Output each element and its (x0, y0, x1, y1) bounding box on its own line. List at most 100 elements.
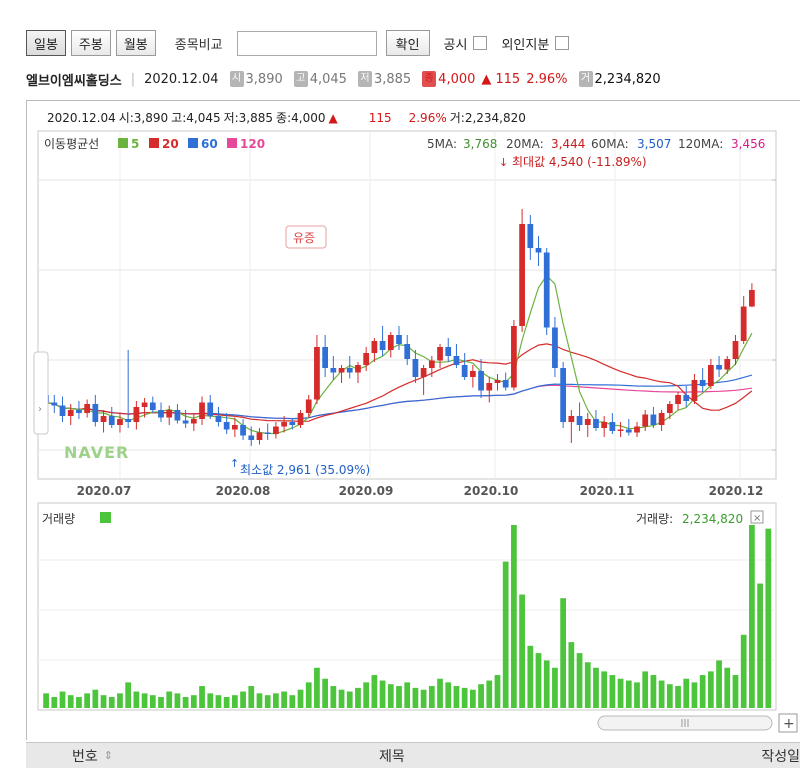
legend-label: 120 (240, 137, 265, 151)
volume-title: 거래량 (42, 512, 75, 526)
volume-bar (108, 697, 115, 708)
volume-bar (305, 682, 312, 708)
volume-bar (51, 697, 58, 708)
col-date: 작성일 (761, 748, 800, 765)
sort-icon[interactable]: ⇕ (104, 749, 113, 762)
legend-label: 20 (162, 137, 179, 151)
x-tick-label: 2020.07 (77, 484, 132, 498)
volume-bar (560, 598, 567, 708)
legend-swatch (118, 138, 128, 148)
volume-bar (740, 634, 747, 708)
post-table-header: 번호 ⇕ 제목 작성일 (26, 742, 800, 768)
volume-bar (642, 671, 649, 708)
volume-bar (519, 594, 525, 708)
candle (511, 320, 517, 391)
volume-bar (355, 687, 361, 708)
volume-panel (37, 502, 777, 711)
candle (543, 248, 550, 335)
ma-value-number: 3,768 (463, 137, 497, 151)
volume-bar (199, 686, 205, 708)
volume-bar (765, 528, 772, 708)
ma-value-label: 60MA: (591, 137, 629, 151)
volume-bar (445, 682, 452, 708)
volume-bar (281, 691, 287, 708)
max-annotation: 최대값 4,540 (-11.89%) (512, 155, 647, 169)
candle (519, 209, 525, 332)
volume-bar (43, 693, 49, 708)
volume-bar (625, 680, 632, 708)
volume-bar (691, 682, 698, 708)
side-collapse-handle[interactable] (33, 351, 49, 435)
volume-bar (428, 686, 435, 708)
col-title: 제목 (378, 748, 405, 765)
volume-bar (683, 678, 690, 708)
volume-bar (593, 667, 599, 708)
volume-bar (59, 691, 66, 708)
naver-watermark: NAVER (64, 443, 129, 462)
volume-bar (568, 642, 575, 708)
volume-bar (609, 675, 616, 708)
volume-bar (273, 693, 279, 708)
volume-bar (650, 675, 657, 708)
x-tick-label: 2020.08 (216, 484, 271, 498)
legend-swatch (188, 138, 198, 148)
volume-bar (617, 678, 624, 708)
volume-bar (543, 660, 550, 708)
side-chevron-icon: › (38, 404, 42, 415)
volume-bar (658, 680, 665, 708)
volume-bar (420, 689, 427, 708)
volume-bar (117, 693, 123, 708)
volume-bar (699, 675, 706, 708)
volume-bar (125, 682, 132, 708)
close-icon: × (753, 513, 761, 524)
volume-bar (92, 689, 99, 708)
volume-bar (461, 687, 468, 708)
ma-value-number: 3,456 (731, 137, 765, 151)
volume-bar (486, 680, 493, 708)
volume-value-label: 거래량: (636, 512, 673, 526)
volume-bar (387, 684, 394, 708)
volume-bar (174, 693, 181, 708)
volume-bar (215, 695, 222, 708)
x-tick-label: 2020.12 (709, 484, 764, 498)
volume-bar (330, 686, 337, 708)
volume-bar (527, 645, 534, 708)
volume-bar (634, 682, 640, 708)
volume-bar (453, 686, 460, 708)
volume-bar (601, 671, 608, 708)
legend-label: 5 (131, 137, 139, 151)
volume-value-number: 2,234,820 (682, 512, 743, 526)
volume-bar (576, 653, 583, 708)
min-arrow-icon: ↑ (230, 457, 239, 470)
legend-title: 이동평균선 (44, 137, 99, 151)
volume-bar (264, 695, 271, 708)
ma-values: 5MA: 3,768 20MA: 3,444 60MA: 3,507 120MA: 3,456 (427, 137, 765, 151)
volume-bar (289, 695, 296, 708)
volume-bar (379, 680, 386, 708)
volume-bar (141, 693, 148, 708)
event-label: 유증 (293, 231, 315, 245)
volume-bar (494, 675, 501, 708)
volume-bar (346, 691, 353, 708)
volume-bar (322, 678, 329, 708)
volume-legend-swatch (100, 512, 111, 523)
plus-icon: + (783, 716, 795, 732)
volume-bar (716, 660, 722, 708)
volume-bar (248, 686, 255, 708)
x-tick-label: 2020.11 (580, 484, 635, 498)
volume-bar (133, 691, 140, 708)
ma-value-label: 20MA: (506, 137, 544, 151)
volume-bar (256, 693, 263, 708)
volume-bar (297, 689, 304, 708)
x-axis-ticks: 2020.07 2020.08 2020.09 2020.10 2020.11 2020.… (77, 484, 764, 498)
volume-bar (67, 695, 74, 708)
volume-bar (76, 697, 82, 708)
volume-bar (100, 695, 107, 708)
volume-bar (231, 695, 238, 708)
volume-bar (584, 662, 591, 708)
volume-bar (149, 695, 156, 708)
col-number[interactable]: 번호 (72, 746, 98, 766)
legend-label: 60 (201, 137, 218, 151)
volume-bar (724, 667, 731, 708)
volume-bar (190, 695, 197, 708)
